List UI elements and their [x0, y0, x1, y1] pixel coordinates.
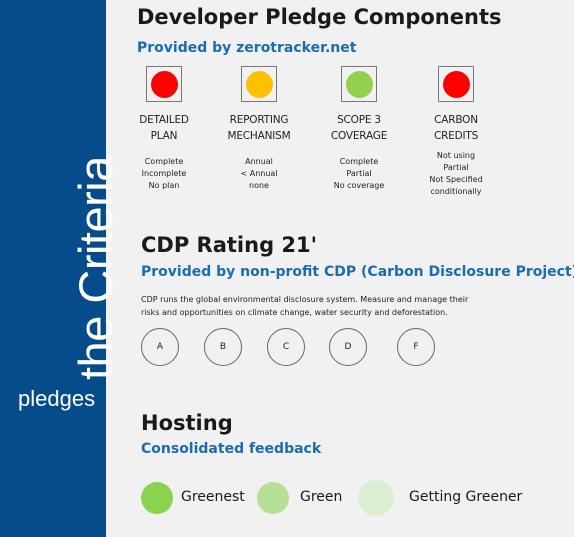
status-dot-icon [442, 70, 470, 98]
pledge-section-title: Developer Pledge Components [137, 5, 502, 29]
sidebar: the Criteria pledges [0, 0, 122, 537]
component-option: Incomplete [141, 169, 187, 178]
status-indicator-box [438, 66, 474, 102]
cdp-description: CDP runs the global environmental disclo… [141, 293, 501, 319]
component-label: CREDITS [433, 130, 479, 142]
hosting-level-label: Getting Greener [409, 489, 523, 505]
cdp-description-line: CDP runs the global environmental disclo… [141, 295, 469, 304]
component-label: SCOPE 3 [337, 114, 381, 126]
pledge-component-reporting-mechanism: REPORTING MECHANISM Annual < Annual none [209, 66, 309, 192]
status-dot-icon [345, 70, 373, 98]
cdp-grade-f: F [397, 328, 435, 366]
sidebar-subtitle: pledges [18, 386, 96, 411]
component-option: No plan [148, 181, 180, 190]
pledge-section-source: Provided by zerotracker.net [137, 40, 357, 56]
pledge-component-detailed-plan: DETAILED PLAN Complete Incomplete No pla… [114, 66, 214, 192]
component-label: MECHANISM [227, 130, 291, 142]
component-option: Not Specified [429, 175, 483, 184]
component-option: Annual [245, 157, 273, 166]
hosting-section-source: Consolidated feedback [141, 441, 322, 457]
cdp-section-title: CDP Rating 21' [141, 233, 318, 257]
component-label: REPORTING [229, 114, 289, 126]
hosting-level-label: Green [300, 489, 343, 505]
greenest-dot-icon [141, 482, 173, 514]
sidebar-title: the Criteria [69, 156, 122, 380]
green-dot-icon [257, 482, 289, 514]
component-option: conditionally [430, 187, 482, 196]
cdp-grade-d: D [329, 328, 367, 366]
component-label: COVERAGE [330, 130, 388, 142]
component-option: none [249, 181, 269, 190]
status-dot-icon [150, 70, 178, 98]
cdp-section-source: Provided by non-profit CDP (Carbon Discl… [141, 264, 574, 280]
status-indicator-box [341, 66, 377, 102]
component-option: Partial [443, 163, 469, 172]
cdp-grade-a: A [141, 328, 179, 366]
component-option: Complete [339, 157, 379, 166]
hosting-level-label: Greenest [181, 489, 245, 505]
component-label: DETAILED [139, 114, 189, 126]
component-option: Partial [346, 169, 372, 178]
hosting-section-title: Hosting [141, 411, 233, 435]
getting-greener-dot-icon [358, 480, 394, 516]
component-option: Not using [436, 151, 476, 160]
pledge-component-scope3-coverage: SCOPE 3 COVERAGE Complete Partial No cov… [309, 66, 409, 192]
status-dot-icon [245, 70, 273, 98]
component-option: < Annual [240, 169, 278, 178]
component-option: Complete [144, 157, 184, 166]
status-indicator-box [146, 66, 182, 102]
component-label: PLAN [150, 130, 178, 142]
status-indicator-box [241, 66, 277, 102]
component-option: No coverage [333, 181, 385, 190]
component-label: CARBON [434, 114, 478, 126]
cdp-grade-c: C [267, 328, 305, 366]
pledge-component-carbon-credits: CARBON CREDITS Not using Partial Not Spe… [406, 66, 506, 198]
cdp-description-line: risks and opportunities on climate chang… [141, 308, 448, 317]
cdp-grade-b: B [204, 328, 242, 366]
